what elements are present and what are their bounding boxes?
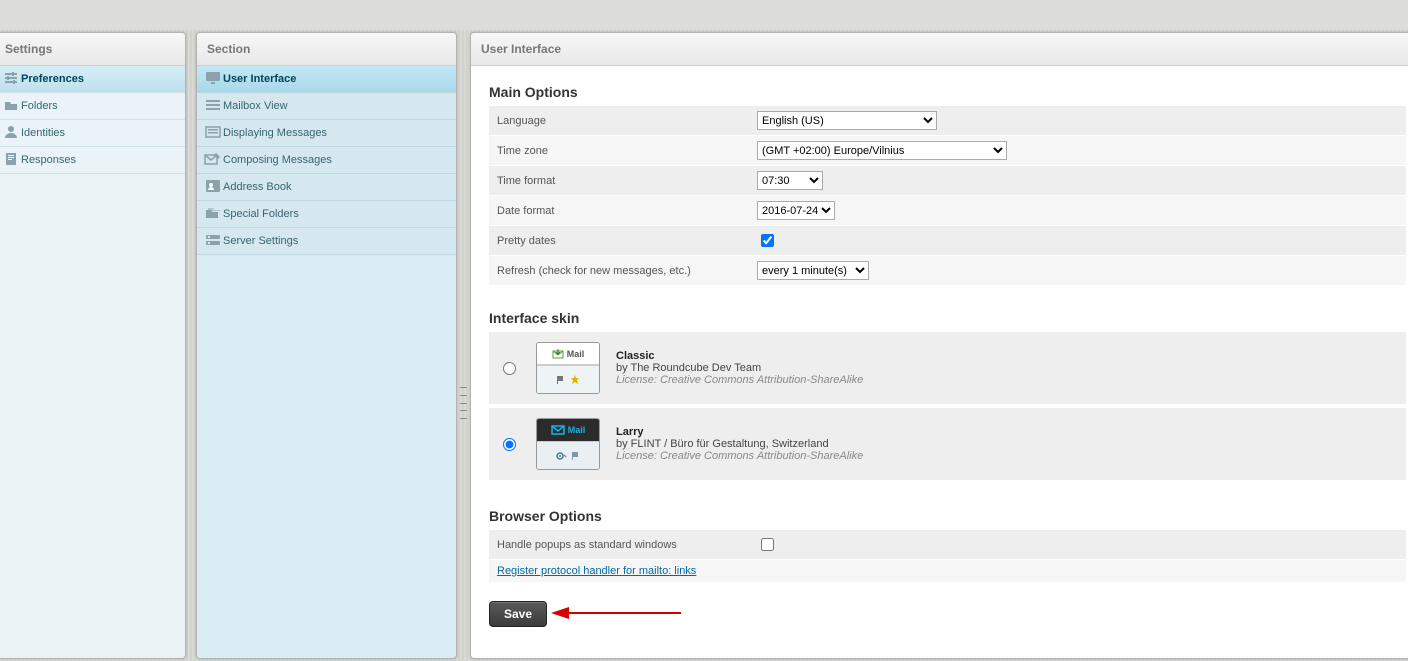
select-language[interactable]: English (US) — [757, 111, 937, 130]
section-item-label: Mailbox View — [223, 100, 288, 112]
label-handle-popups: Handle popups as standard windows — [489, 530, 749, 560]
screen-icon — [203, 71, 223, 88]
settings-panel: Settings Preferences Folders Identities Res… — [0, 32, 186, 659]
skin-author: by The Roundcube Dev Team — [616, 362, 863, 374]
skin-license: License: Creative Commons Attribution-Sh… — [616, 450, 863, 462]
radio-skin-classic[interactable] — [503, 362, 516, 375]
fieldset-interface-skin: Interface skin Mail Classicby The Roundcu… — [489, 304, 1406, 484]
legend-main-options: Main Options — [489, 78, 578, 106]
compose-icon — [203, 152, 223, 169]
section-item-user-interface[interactable]: User Interface — [197, 66, 456, 93]
select-refresh[interactable]: every 1 minute(s) — [757, 261, 869, 280]
label-refresh: Refresh (check for new messages, etc.) — [489, 256, 749, 286]
legend-interface-skin: Interface skin — [489, 304, 579, 332]
section-panel: Section User Interface Mailbox View Displa… — [196, 32, 457, 659]
settings-nav-identities[interactable]: Identities — [0, 120, 185, 147]
contact-icon — [203, 179, 223, 196]
radio-skin-larry[interactable] — [503, 438, 516, 451]
settings-list: Preferences Folders Identities Responses — [0, 66, 185, 174]
star-icon — [570, 375, 580, 385]
content-panel-title: User Interface — [471, 33, 1408, 66]
mail-down-icon — [552, 349, 564, 359]
section-item-label: User Interface — [223, 73, 296, 85]
label-timezone: Time zone — [489, 136, 749, 166]
pane-splitter[interactable] — [460, 387, 467, 419]
link-register-mailto[interactable]: Register protocol handler for mailto: li… — [497, 565, 696, 577]
note-icon — [1, 152, 21, 169]
select-dateformat[interactable]: 2016-07-24 — [757, 201, 835, 220]
section-panel-title: Section — [197, 33, 456, 66]
flag-icon — [571, 451, 581, 461]
settings-panel-title: Settings — [0, 33, 185, 66]
checkbox-prettydates[interactable] — [761, 234, 774, 247]
skin-option-larry: Mail Larryby FLINT / Büro für Gestaltung,… — [489, 408, 1406, 480]
fieldset-browser-options: Browser Options Handle popups as standar… — [489, 502, 1406, 583]
flag-icon — [556, 375, 566, 385]
section-item-address-book[interactable]: Address Book — [197, 174, 456, 201]
section-item-label: Displaying Messages — [223, 127, 327, 139]
skin-name: Classic — [616, 350, 863, 362]
skin-license: License: Creative Commons Attribution-Sh… — [616, 374, 863, 386]
list-icon — [203, 98, 223, 114]
select-timezone[interactable]: (GMT +02:00) Europe/Vilnius — [757, 141, 1007, 160]
content-panel: User Interface Main Options Language Eng… — [470, 32, 1408, 659]
settings-nav-folders[interactable]: Folders — [0, 93, 185, 120]
skin-thumb-classic: Mail — [536, 342, 600, 394]
section-item-server-settings[interactable]: Server Settings — [197, 228, 456, 255]
section-item-label: Server Settings — [223, 235, 298, 247]
sliders-icon — [1, 71, 21, 87]
skin-option-classic: Mail Classicby The Roundcube Dev TeamLice… — [489, 332, 1406, 404]
settings-nav-label: Folders — [21, 100, 58, 112]
section-item-special-folders[interactable]: Special Folders — [197, 201, 456, 228]
skin-author: by FLINT / Büro für Gestaltung, Switzerl… — [616, 438, 863, 450]
section-item-label: Composing Messages — [223, 154, 332, 166]
skin-thumb-larry: Mail — [536, 418, 600, 470]
legend-browser-options: Browser Options — [489, 502, 602, 530]
folders-icon — [203, 206, 223, 222]
window-top-spacer — [0, 0, 1408, 30]
settings-nav-label: Preferences — [21, 73, 84, 85]
label-prettydates: Pretty dates — [489, 226, 749, 256]
gear-icon — [555, 450, 567, 462]
message-icon — [203, 125, 223, 141]
checkbox-handle-popups[interactable] — [761, 538, 774, 551]
user-icon — [1, 125, 21, 142]
skin-name: Larry — [616, 426, 863, 438]
label-dateformat: Date format — [489, 196, 749, 226]
section-list: User Interface Mailbox View Displaying Mes… — [197, 66, 456, 255]
save-button[interactable]: Save — [489, 601, 547, 627]
settings-nav-responses[interactable]: Responses — [0, 147, 185, 174]
section-item-label: Address Book — [223, 181, 291, 193]
section-item-mailbox-view[interactable]: Mailbox View — [197, 93, 456, 120]
folder-icon — [1, 98, 21, 114]
label-language: Language — [489, 106, 749, 136]
skin-meta: Classicby The Roundcube Dev TeamLicense:… — [616, 350, 863, 386]
section-item-label: Special Folders — [223, 208, 299, 220]
section-item-composing-messages[interactable]: Composing Messages — [197, 147, 456, 174]
skin-meta: Larryby FLINT / Büro für Gestaltung, Swi… — [616, 426, 863, 462]
section-item-displaying-messages[interactable]: Displaying Messages — [197, 120, 456, 147]
settings-nav-label: Responses — [21, 154, 76, 166]
mail-icon — [551, 425, 565, 435]
select-timeformat[interactable]: 07:30 — [757, 171, 823, 190]
label-timeformat: Time format — [489, 166, 749, 196]
server-icon — [203, 233, 223, 249]
settings-nav-preferences[interactable]: Preferences — [0, 66, 185, 93]
settings-nav-label: Identities — [21, 127, 65, 139]
fieldset-main-options: Main Options Language English (US) Time … — [489, 78, 1406, 286]
